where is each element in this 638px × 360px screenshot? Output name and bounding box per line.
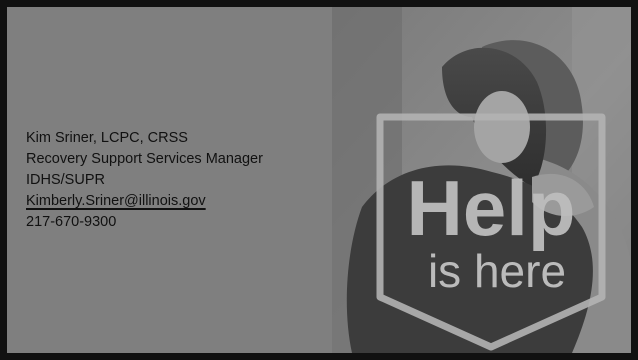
contact-job-title: Recovery Support Services Manager — [26, 151, 263, 167]
contact-email-link[interactable]: Kimberly.Sriner@illinois.gov — [26, 191, 263, 212]
logo-help-word: Help — [406, 164, 575, 252]
logo-tagline: is here — [428, 245, 566, 297]
contact-organization: IDHS/SUPR — [26, 172, 105, 188]
contact-name: Kim Sriner, LCPC, CRSS — [26, 130, 188, 146]
contact-phone: 217-670-9300 — [26, 214, 117, 230]
hug-photo-illustration: Help is here — [332, 7, 631, 353]
woman-face — [474, 91, 530, 163]
slide: Kim Sriner, LCPC, CRSS Recovery Support … — [0, 0, 638, 360]
contact-info: Kim Sriner, LCPC, CRSS Recovery Support … — [26, 128, 263, 233]
help-is-here-photo: Help is here — [332, 7, 631, 353]
contact-panel: Kim Sriner, LCPC, CRSS Recovery Support … — [7, 7, 332, 353]
